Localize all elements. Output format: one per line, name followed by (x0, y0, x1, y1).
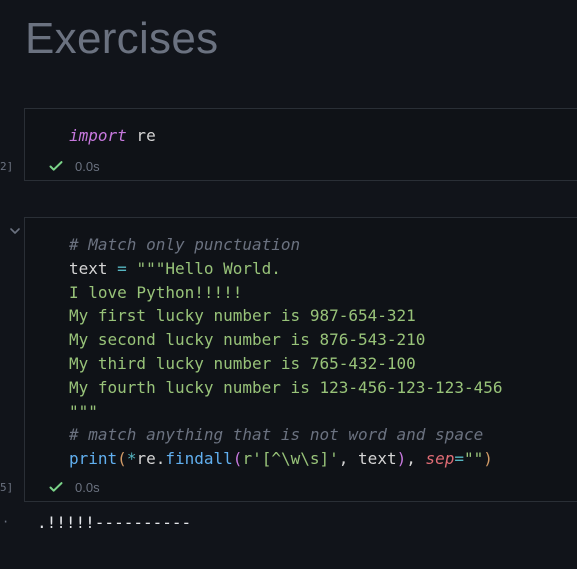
code-token: ) (396, 449, 407, 469)
code-token: ' (329, 449, 339, 469)
code-line: My first lucky number is 987-654-321 (69, 304, 502, 328)
code-token: My first lucky number is 987-654-321 (69, 306, 416, 326)
check-icon (47, 157, 65, 175)
code-editor-2[interactable]: # Match only punctuation text = """Hello … (69, 233, 502, 471)
cell-status-1: 0.0s (47, 157, 100, 175)
check-icon (47, 478, 65, 496)
code-token: , (406, 449, 426, 469)
code-token: # match anything that is not word and sp… (69, 425, 484, 445)
code-token: "" (464, 449, 484, 469)
code-token: My fourth lucky number is 123-456-123-12… (69, 377, 503, 397)
code-cell-regex[interactable]: # Match only punctuation text = """Hello … (24, 217, 577, 502)
code-line: import re (69, 124, 156, 148)
code-line: My fourth lucky number is 123-456-123-12… (69, 376, 502, 400)
code-token: ) (483, 449, 493, 469)
code-token: ( (232, 449, 243, 469)
notebook-root: Exercises import re 0.0s 2] # Match only… (0, 0, 577, 569)
code-line: I love Python!!!!! (69, 281, 502, 305)
code-token: text (358, 449, 397, 469)
page-title: Exercises (25, 14, 219, 63)
execution-count-2: 5] (0, 481, 14, 494)
code-token: r' (242, 449, 262, 469)
code-line: My third lucky number is 765-432-100 (69, 352, 502, 376)
code-token: [^\w\s] (261, 449, 330, 469)
code-token: sep (425, 449, 455, 469)
code-line: """ (69, 400, 502, 424)
cell-output: .!!!!!---------- (37, 513, 192, 532)
output-marker: · (2, 515, 10, 529)
code-line: print(*re.findall(r'[^\w\s]', text), sep… (69, 447, 502, 471)
code-line: # Match only punctuation (69, 233, 502, 257)
code-token: """Hello World. (136, 258, 281, 278)
code-token: . (155, 449, 166, 469)
execution-time: 0.0s (75, 479, 100, 495)
code-line: text = """Hello World. (69, 257, 502, 281)
code-line: # match anything that is not word and sp… (69, 423, 502, 447)
code-token: My third lucky number is 765-432-100 (69, 353, 416, 373)
code-editor-1[interactable]: import re (69, 124, 156, 148)
code-token: text (69, 258, 108, 278)
code-token: = (454, 449, 465, 469)
code-token: re (136, 449, 156, 469)
code-token: ( (117, 449, 127, 469)
code-token: My second lucky number is 876-543-210 (69, 330, 426, 350)
code-token: print (69, 449, 118, 469)
cell-status-2: 0.0s (47, 478, 100, 496)
code-token: I love Python!!!!! (69, 282, 243, 302)
execution-count-1: 2] (0, 160, 14, 173)
code-token: * (126, 449, 137, 469)
code-token: , (338, 449, 359, 469)
code-token: # Match only punctuation (69, 235, 301, 254)
code-token: import (69, 126, 127, 145)
code-token: findall (165, 449, 233, 469)
code-token: """ (69, 401, 98, 421)
chevron-down-icon[interactable] (7, 223, 23, 239)
code-token: re (126, 126, 156, 145)
code-line: My second lucky number is 876-543-210 (69, 328, 502, 352)
code-token: = (107, 258, 137, 278)
execution-time: 0.0s (75, 158, 100, 174)
code-cell-import[interactable]: import re 0.0s (24, 108, 577, 181)
